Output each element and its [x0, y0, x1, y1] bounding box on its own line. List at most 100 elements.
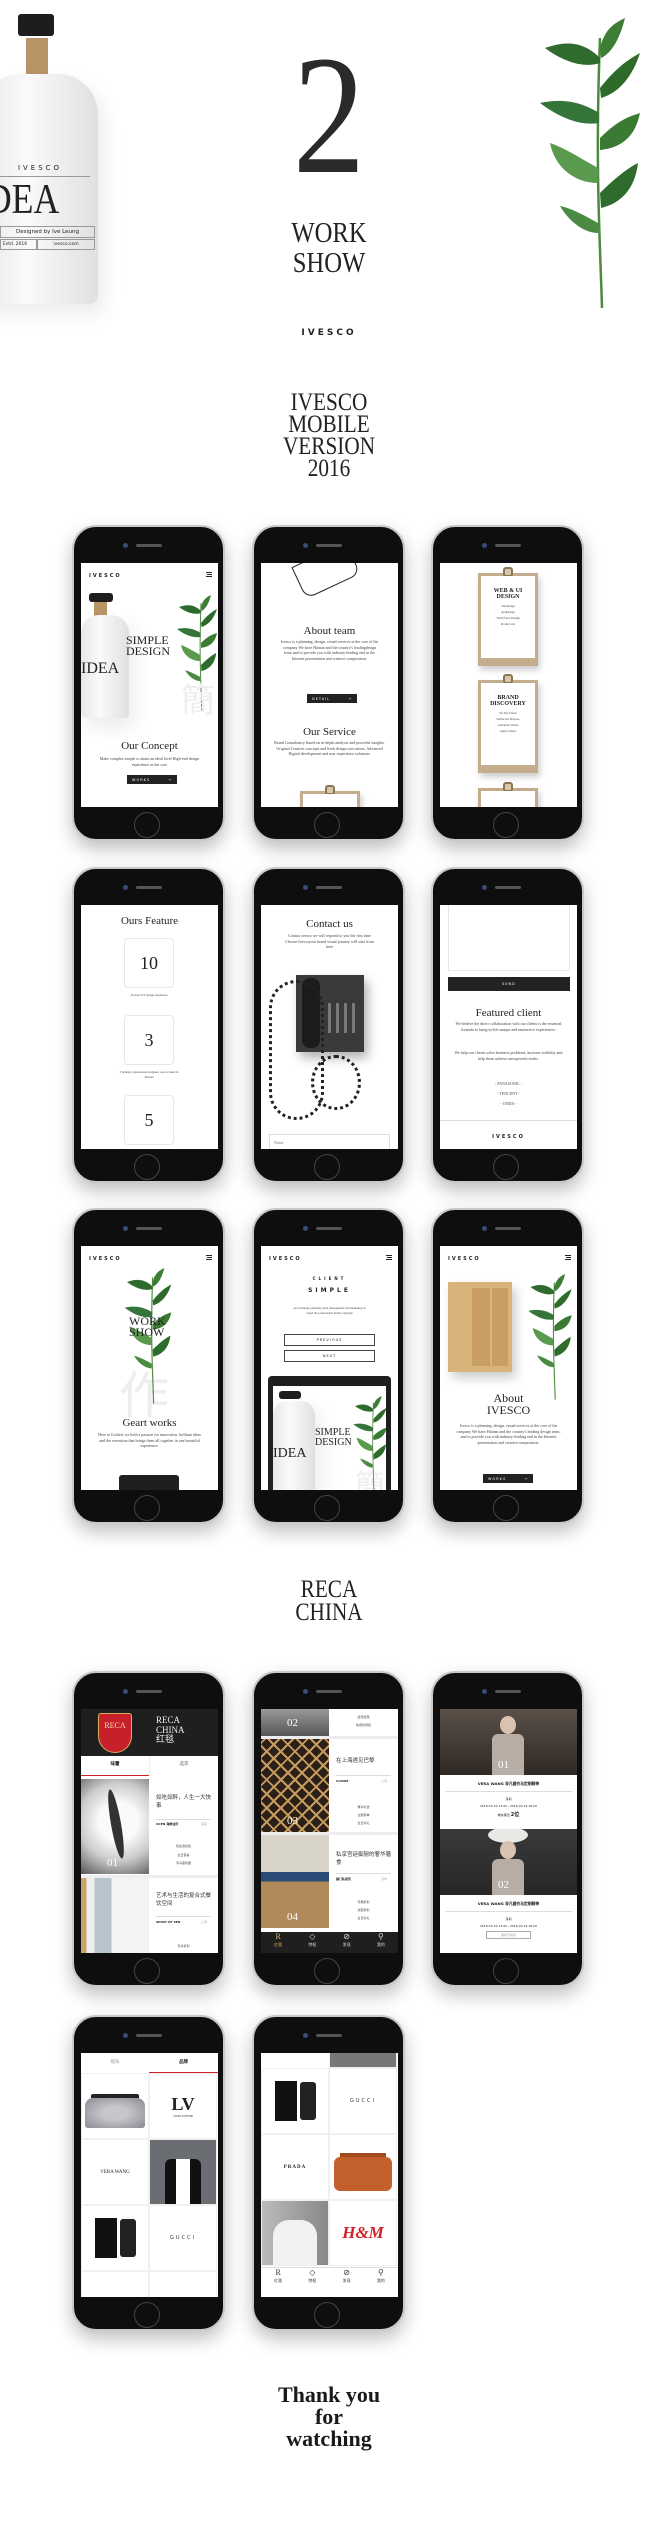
detail-button[interactable]: DETAIL →: [307, 694, 357, 703]
message-textarea[interactable]: [448, 905, 570, 971]
brand-name: H&M: [342, 2223, 384, 2242]
brand-vera-wang[interactable]: VERA WANG: [81, 2139, 149, 2205]
brand-line: RECA: [156, 1715, 181, 1725]
model-photo[interactable]: [149, 2139, 217, 2205]
nav-item-me[interactable]: ⚲ 我的: [364, 2268, 398, 2288]
r-logo-icon: R: [275, 1932, 281, 1941]
client-text: Art exchange planning, artist management…: [293, 1306, 366, 1315]
card-city: 深圳: [201, 1822, 208, 1826]
menu-icon[interactable]: [206, 572, 212, 577]
client-eyebrow: CLIENT: [312, 1276, 347, 1281]
section-line: RECA: [300, 1576, 358, 1603]
card-perk: 专享折扣: [177, 1944, 190, 1948]
glasses-image: [291, 563, 361, 600]
man-photo[interactable]: [261, 2200, 329, 2266]
card-number: 02: [287, 1717, 298, 1729]
tab-taste[interactable]: 味蕾: [81, 1756, 149, 1776]
works-button[interactable]: WORKS →: [127, 775, 177, 784]
brand-louis-vuitton[interactable]: LV LOUIS VUITTON: [149, 2073, 217, 2139]
previous-button[interactable]: PREVIOUS: [284, 1334, 375, 1346]
orange-bag-photo[interactable]: [329, 2134, 397, 2200]
brand-hm[interactable]: H&M: [329, 2200, 397, 2266]
screen: RECA RECA CHINA 红毯 味蕾 选衣 01 如吃如醉，人生一大快事 …: [81, 1709, 218, 1953]
section-title-ivesco: IVESCO MOBILE VERSION 2016: [49, 390, 608, 481]
seats-label: 剩余席位: [497, 1813, 510, 1817]
screen: WEB & UI DESIGN Webdesign AppDesign Tmal…: [440, 563, 577, 807]
card-title: WEB & UI DESIGN: [493, 588, 523, 600]
send-button[interactable]: SEND: [448, 977, 570, 991]
clipboard: [300, 785, 360, 807]
bride-photo: 01: [440, 1709, 577, 1775]
lv-caption: LOUIS VUITTON: [173, 2115, 193, 2118]
screen: 玩乐 品牌 LV LOUIS VUITTON VERA WANG GUCCI: [81, 2053, 218, 2297]
nav-item-red-carpet[interactable]: R 红毯: [261, 1932, 295, 1953]
event-title: VERA WANG 非凡婚衣与定制精神: [477, 1901, 540, 1906]
card-venue: OCEN 海鲜会所: [156, 1822, 179, 1826]
concept-text: Make complex simple to attain an ideal l…: [99, 756, 200, 767]
tab-play[interactable]: 玩乐: [81, 2053, 149, 2073]
client-item: - PANASONIC -: [494, 1081, 523, 1086]
feature-caption: 10 years UX design experience: [130, 993, 168, 997]
brand-line: CHINA: [156, 1725, 185, 1735]
perfume-photo[interactable]: [81, 2205, 149, 2271]
about-title: About IVESCO: [440, 1392, 577, 1416]
brand-prada[interactable]: PRADA: [261, 2134, 329, 2200]
nav-item-privilege[interactable]: ◇ 特权: [295, 2268, 329, 2288]
concept-title: Our Concept: [121, 740, 178, 752]
phone-ivesco-about-ivesco: IVESCO About IVESCO Ivesco is a planning…: [431, 1208, 584, 1524]
brand-gucci[interactable]: GUCCI: [149, 2205, 217, 2271]
menu-icon[interactable]: [565, 1255, 571, 1260]
card-city: 上海: [381, 1779, 388, 1783]
user-icon: ⚲: [377, 1932, 384, 1941]
phone-reca-home: RECA RECA CHINA 红毯 味蕾 选衣 01 如吃如醉，人生一大快事 …: [72, 1671, 225, 1987]
name-input[interactable]: [269, 1134, 390, 1149]
nav-item-red-carpet[interactable]: R 红毯: [261, 2268, 295, 2288]
client-name: SIMPLE: [308, 1287, 351, 1294]
model-photo[interactable]: [329, 2053, 397, 2068]
orange-bag-photo[interactable]: [149, 2271, 217, 2297]
service-card[interactable]: [478, 782, 538, 807]
service-card[interactable]: BRAND DISCOVERY Set The Vision Define th…: [478, 674, 538, 773]
signup-button[interactable]: 报名不成功: [486, 1931, 531, 1939]
team-text: Ivesco is a planning, design, visual ser…: [280, 639, 379, 661]
card-perk: 尊享外送: [357, 1805, 370, 1809]
headline-line: SHOW: [129, 1325, 165, 1339]
home-button: [134, 2302, 160, 2328]
reca-crest-logo: RECA: [98, 1713, 132, 1753]
card-perk: 专属折扣: [357, 1900, 370, 1904]
event-number: 01: [498, 1759, 509, 1771]
card-number: 03: [287, 1815, 298, 1827]
brand-name: VERA WANG: [100, 2169, 130, 2175]
screen: 02 接待优惠 免费机场接 03 在上海遇见巴黎 CUIVRE 上海 尊享外送 …: [261, 1709, 398, 1953]
tablet-preview: IDEA 簡 SIMPLE DESIGN: [268, 1376, 391, 1490]
service-card[interactable]: WEB & UI DESIGN Webdesign AppDesign Tmal…: [478, 567, 538, 666]
event-time: 2016-03-19 13:00 - 2016-03-19 18:00: [479, 1804, 538, 1808]
team-title: About team: [303, 625, 356, 637]
tab-brand[interactable]: 品牌: [149, 2053, 218, 2073]
bag-photo[interactable]: [81, 2073, 149, 2139]
brand-gucci[interactable]: GUCCI: [329, 2068, 397, 2134]
tab-dress[interactable]: 选衣: [149, 1756, 218, 1776]
nav-item-discover[interactable]: ⊘ 发现: [330, 1932, 364, 1953]
nav-item-me[interactable]: ⚲ 我的: [364, 1932, 398, 1953]
crest-text: RECA: [104, 1721, 126, 1730]
nav-label: 红毯: [274, 2278, 283, 2283]
ivesco-logo: IVESCO: [301, 328, 357, 338]
arrow-right-icon: →: [524, 1476, 528, 1481]
card-title: 艺术与生活的复合式餐饮空间: [156, 1893, 212, 1907]
card-title: 如吃如醉，人生一大快事: [156, 1795, 212, 1809]
headline: SIMPLE DESIGN: [126, 634, 170, 657]
perfume-photo[interactable]: [261, 2068, 329, 2134]
card-venue: 御门私宴所: [336, 1877, 352, 1881]
nav-item-discover[interactable]: ⊘ 发现: [330, 2268, 364, 2288]
card-perk: 优先选位权: [175, 1844, 191, 1848]
works-button[interactable]: WORKS →: [483, 1474, 533, 1483]
clients-text-2: We help our clients solve business probl…: [454, 1050, 563, 1061]
clients-text-1: We believe the direct collaboration with…: [455, 1021, 562, 1032]
nav-item-privilege[interactable]: ◇ 特权: [295, 1932, 329, 1953]
next-button[interactable]: NEXT: [284, 1350, 375, 1362]
menu-icon[interactable]: [386, 1255, 392, 1260]
menu-icon[interactable]: [206, 1255, 212, 1260]
grid-cell[interactable]: [81, 2271, 149, 2297]
screen: IVESCO CLIENT SIMPLE Art exchange planni…: [261, 1246, 398, 1490]
